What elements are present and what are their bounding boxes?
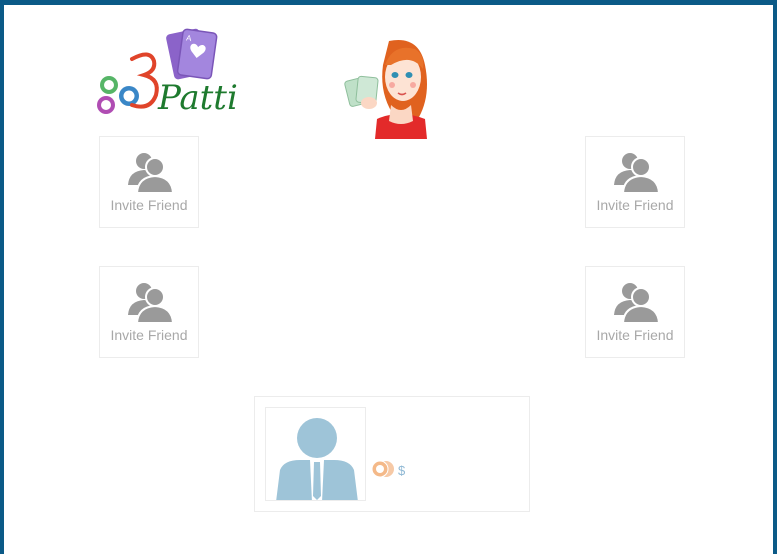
invite-friend-label: Invite Friend — [596, 327, 674, 343]
invite-friend-seat-top-right[interactable]: Invite Friend — [585, 136, 685, 228]
svg-text:Patti: Patti — [157, 78, 238, 117]
dealer-girl-illustration — [339, 35, 434, 139]
invite-friend-icon — [614, 153, 659, 193]
invite-friend-label: Invite Friend — [110, 197, 188, 213]
invite-friend-label: Invite Friend — [110, 327, 188, 343]
current-player-panel: $ — [254, 396, 530, 512]
player-avatar[interactable] — [265, 407, 366, 501]
teen-patti-logo: A Patti — [92, 25, 257, 118]
invite-friend-icon — [614, 283, 659, 323]
invite-friend-seat-top-left[interactable]: Invite Friend — [99, 136, 199, 228]
game-frame: A Patti Invite Friend Invite Friend Invi… — [0, 0, 777, 554]
invite-friend-seat-bottom-right[interactable]: Invite Friend — [585, 266, 685, 358]
user-avatar-icon — [276, 418, 358, 500]
invite-friend-icon — [128, 153, 173, 193]
player-balance: $ — [398, 463, 406, 478]
invite-friend-icon — [128, 283, 173, 323]
invite-friend-seat-bottom-left[interactable]: Invite Friend — [99, 266, 199, 358]
chips-icon — [371, 460, 394, 478]
invite-friend-label: Invite Friend — [596, 197, 674, 213]
